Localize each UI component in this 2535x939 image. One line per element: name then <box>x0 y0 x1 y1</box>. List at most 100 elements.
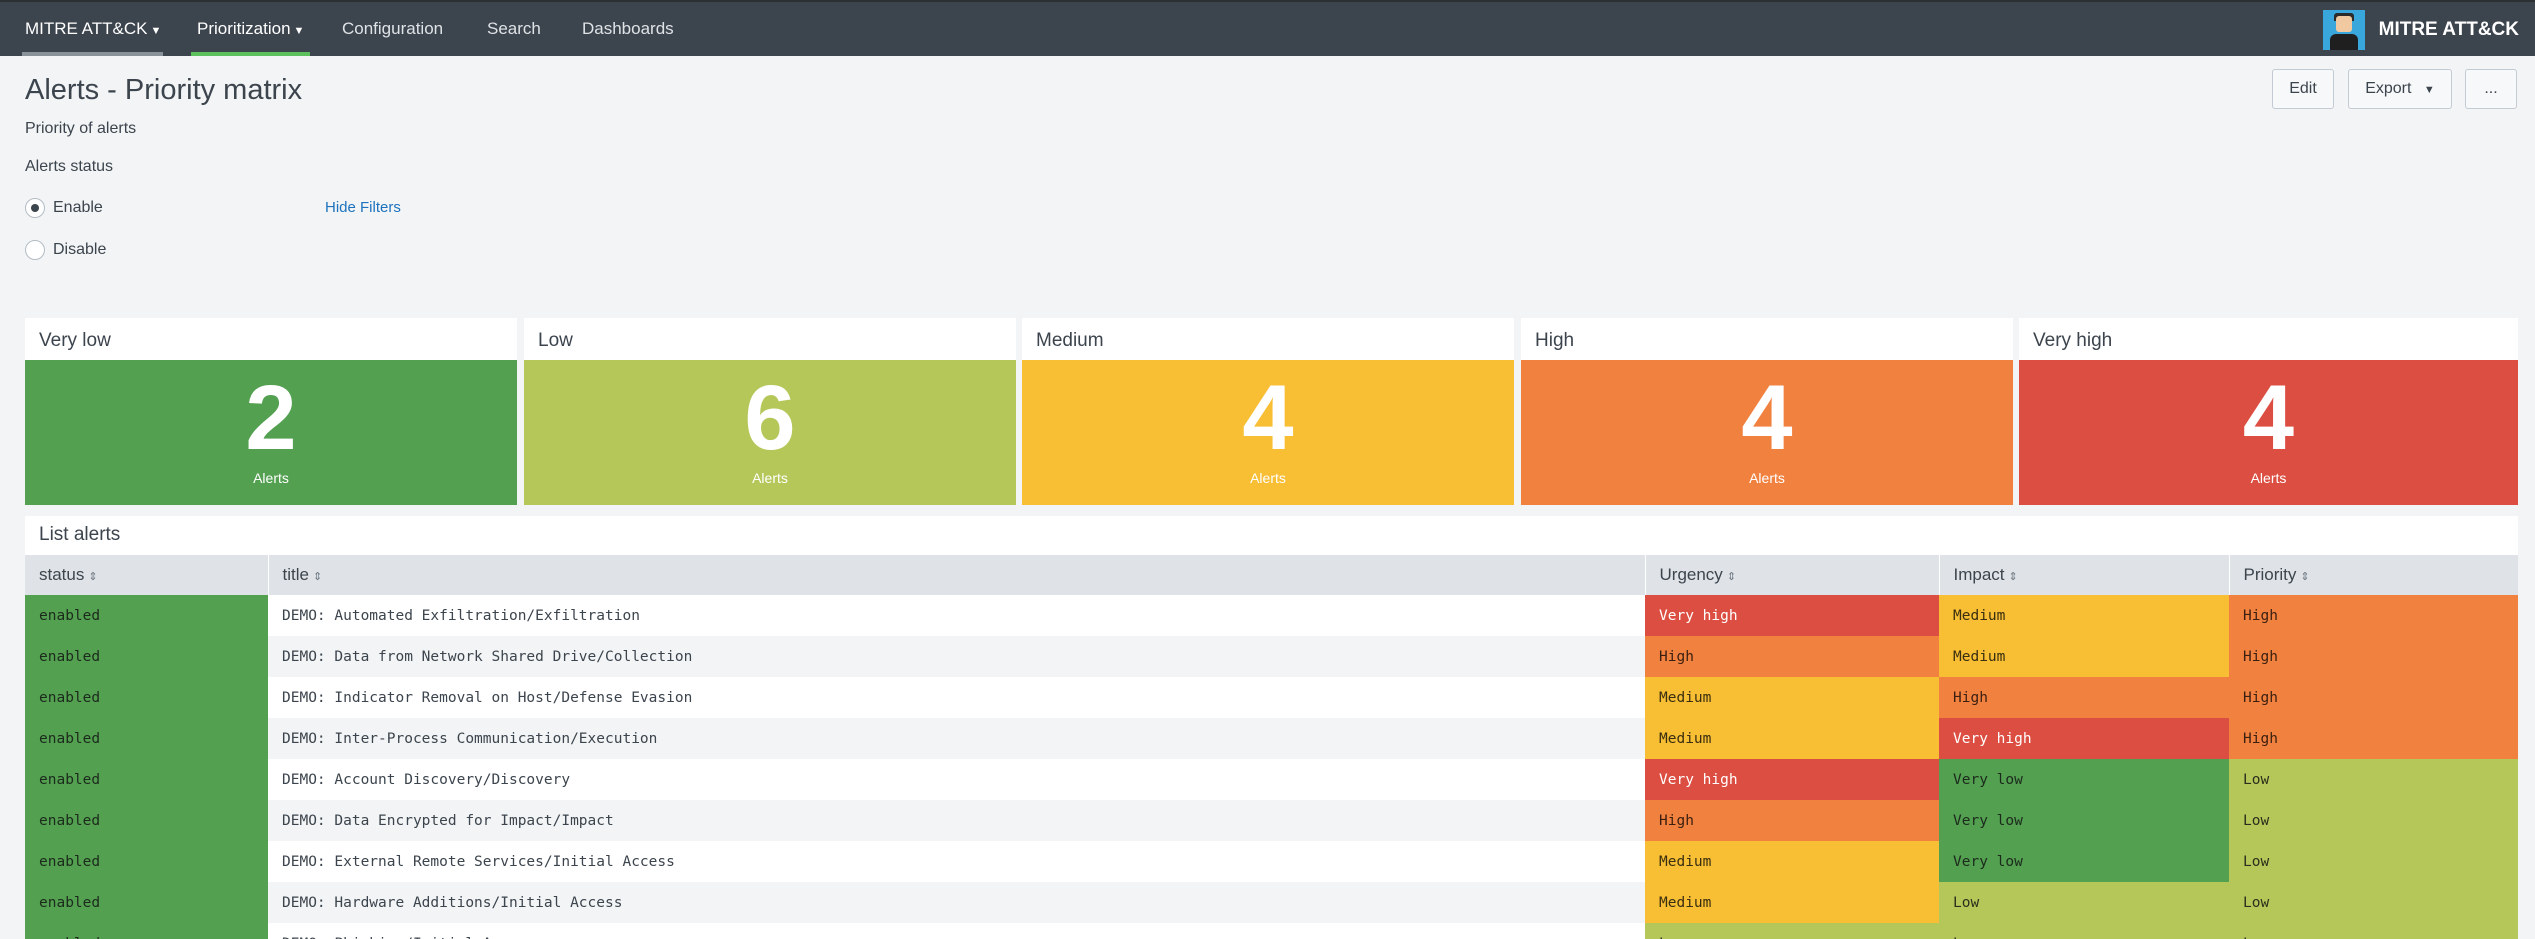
urgency-cell: Medium <box>1645 841 1939 882</box>
table-row[interactable]: enabled DEMO: External Remote Services/I… <box>25 841 2518 882</box>
alerts-table-body: enabled DEMO: Automated Exfiltration/Exf… <box>25 595 2518 939</box>
single-value-unit: Alerts <box>2250 470 2287 486</box>
status-cell: enabled <box>25 595 268 636</box>
impact-cell: Low <box>1939 882 2229 923</box>
title-cell: DEMO: Hardware Additions/Initial Access <box>268 882 1645 923</box>
single-value-unit: Alerts <box>752 470 788 486</box>
single-value-number: 2 <box>245 367 297 469</box>
app-brand-text: MITRE ATT&CK <box>2378 19 2519 40</box>
radio-enable[interactable]: Enable <box>25 196 103 220</box>
panel-title: Medium <box>1022 318 1514 360</box>
single-value-unit: Alerts <box>1250 470 1286 486</box>
status-cell: enabled <box>25 841 268 882</box>
urgency-cell: Very high <box>1645 759 1939 800</box>
caret-down-icon: ▼ <box>2423 84 2435 96</box>
nav-item-label: Dashboards <box>582 19 674 38</box>
urgency-cell: High <box>1645 800 1939 841</box>
nav-item-label: Search <box>487 19 541 38</box>
table-row[interactable]: enabled DEMO: Data from Network Shared D… <box>25 636 2518 677</box>
single-value[interactable]: 4 Alerts <box>1521 360 2013 505</box>
radio-disable-label[interactable]: Disable <box>53 241 106 259</box>
priority-cell: Low <box>2229 759 2518 800</box>
impact-cell: Very high <box>1939 718 2229 759</box>
app-logo-icon <box>2322 10 2365 50</box>
more-actions-button[interactable]: ... <box>2465 69 2517 109</box>
column-header-impact[interactable]: Impact ⇕ <box>1939 555 2230 595</box>
nav-item-configuration[interactable]: Configuration <box>342 2 443 56</box>
priority-cell: Low <box>2229 800 2518 841</box>
column-header-title[interactable]: title ⇕ <box>268 555 1646 595</box>
table-row[interactable]: enabled DEMO: Inter-Process Communicatio… <box>25 718 2518 759</box>
nav-item-label: Prioritization <box>197 19 291 38</box>
panel-title: Very low <box>25 318 517 360</box>
app-navbar: MITRE ATT&CK ▼ Prioritization ▼ Configurat… <box>0 0 2535 56</box>
panel-title: Low <box>524 318 1016 360</box>
active-nav-underline <box>191 52 311 56</box>
table-row[interactable]: enabled DEMO: Phishing/Initial Access Lo… <box>25 923 2518 939</box>
nav-item-dashboards[interactable]: Dashboards <box>582 2 674 56</box>
sort-icon[interactable]: ⇕ <box>88 571 97 583</box>
panel-high: High 4 Alerts <box>1521 318 2013 505</box>
priority-cell: Low <box>2229 923 2518 939</box>
nav-item-prioritization[interactable]: Prioritization ▼ <box>191 2 311 56</box>
impact-cell: Very low <box>1939 800 2229 841</box>
priority-cell: High <box>2229 595 2518 636</box>
radio-unchecked-icon[interactable] <box>25 240 45 260</box>
title-cell: DEMO: Account Discovery/Discovery <box>282 771 571 788</box>
column-header-priority[interactable]: Priority ⇕ <box>2229 555 2518 595</box>
edit-button[interactable]: Edit <box>2272 69 2334 109</box>
title-cell: DEMO: Data from Network Shared Drive/Col… <box>268 636 1645 677</box>
single-value[interactable]: 4 Alerts <box>2019 360 2518 505</box>
urgency-cell: Very high <box>1645 595 1939 636</box>
title-cell: DEMO: External Remote Services/Initial A… <box>282 853 675 870</box>
sort-icon[interactable]: ⇕ <box>313 571 322 583</box>
title-cell: DEMO: Automated Exfiltration/Exfiltratio… <box>282 607 640 624</box>
impact-cell: High <box>1939 677 2229 718</box>
table-row[interactable]: enabled DEMO: Data Encrypted for Impact/… <box>25 800 2518 841</box>
list-alerts-panel: List alerts status ⇕ title ⇕ Urgency ⇕ Impa… <box>25 516 2518 939</box>
panel-title: Very high <box>2019 318 2518 360</box>
urgency-cell: Medium <box>1645 677 1939 718</box>
status-cell: enabled <box>25 882 268 923</box>
app-menu[interactable]: MITRE ATT&CK ▼ <box>22 2 164 56</box>
status-cell: enabled <box>25 636 268 677</box>
single-value-unit: Alerts <box>1749 470 1785 486</box>
single-value-number: 4 <box>2242 367 2295 469</box>
sort-icon[interactable]: ⇕ <box>1727 571 1736 583</box>
title-cell: DEMO: Phishing/Initial Access <box>268 923 1645 939</box>
status-cell: enabled <box>25 718 268 759</box>
title-cell: DEMO: Indicator Removal on Host/Defense … <box>282 689 693 706</box>
caret-down-icon: ▼ <box>150 25 162 37</box>
status-cell: enabled <box>25 759 268 800</box>
hide-filters-link[interactable]: Hide Filters <box>325 199 401 216</box>
single-value[interactable]: 4 Alerts <box>1022 360 1514 505</box>
single-value[interactable]: 6 Alerts <box>524 360 1016 505</box>
alerts-status-label: Alerts status <box>25 158 114 175</box>
table-row[interactable]: enabled DEMO: Account Discovery/Discover… <box>25 759 2518 800</box>
table-row[interactable]: enabled DEMO: Hardware Additions/Initial… <box>25 882 2518 923</box>
column-header-label: status <box>39 565 85 584</box>
column-header-label: Urgency <box>1659 565 1723 584</box>
nav-item-search[interactable]: Search <box>487 2 541 56</box>
radio-enable-label[interactable]: Enable <box>53 199 103 217</box>
column-header-status[interactable]: status ⇕ <box>25 555 269 595</box>
export-button[interactable]: Export ▼ <box>2348 69 2452 109</box>
panel-low: Low 6 Alerts <box>524 318 1016 505</box>
single-value[interactable]: 2 Alerts <box>25 360 517 505</box>
panel-title: List alerts <box>39 524 121 545</box>
alerts-table: status ⇕ title ⇕ Urgency ⇕ Impact ⇕ Priority… <box>25 555 2518 939</box>
page-description: Priority of alerts <box>25 120 137 137</box>
single-value-number: 4 <box>1741 367 1793 469</box>
table-header-row: status ⇕ title ⇕ Urgency ⇕ Impact ⇕ Priority… <box>25 555 2518 595</box>
impact-cell: Very low <box>1939 841 2229 882</box>
sort-icon[interactable]: ⇕ <box>2300 571 2309 583</box>
radio-disable[interactable]: Disable <box>25 238 106 262</box>
impact-cell: Medium <box>1939 595 2229 636</box>
table-row[interactable]: enabled DEMO: Automated Exfiltration/Exf… <box>25 595 2518 636</box>
radio-checked-icon[interactable] <box>25 198 45 218</box>
status-cell: enabled <box>25 800 268 841</box>
table-row[interactable]: enabled DEMO: Indicator Removal on Host/… <box>25 677 2518 718</box>
sort-icon[interactable]: ⇕ <box>2009 571 2018 583</box>
priority-cell: Low <box>2229 841 2518 882</box>
column-header-urgency[interactable]: Urgency ⇕ <box>1645 555 1940 595</box>
